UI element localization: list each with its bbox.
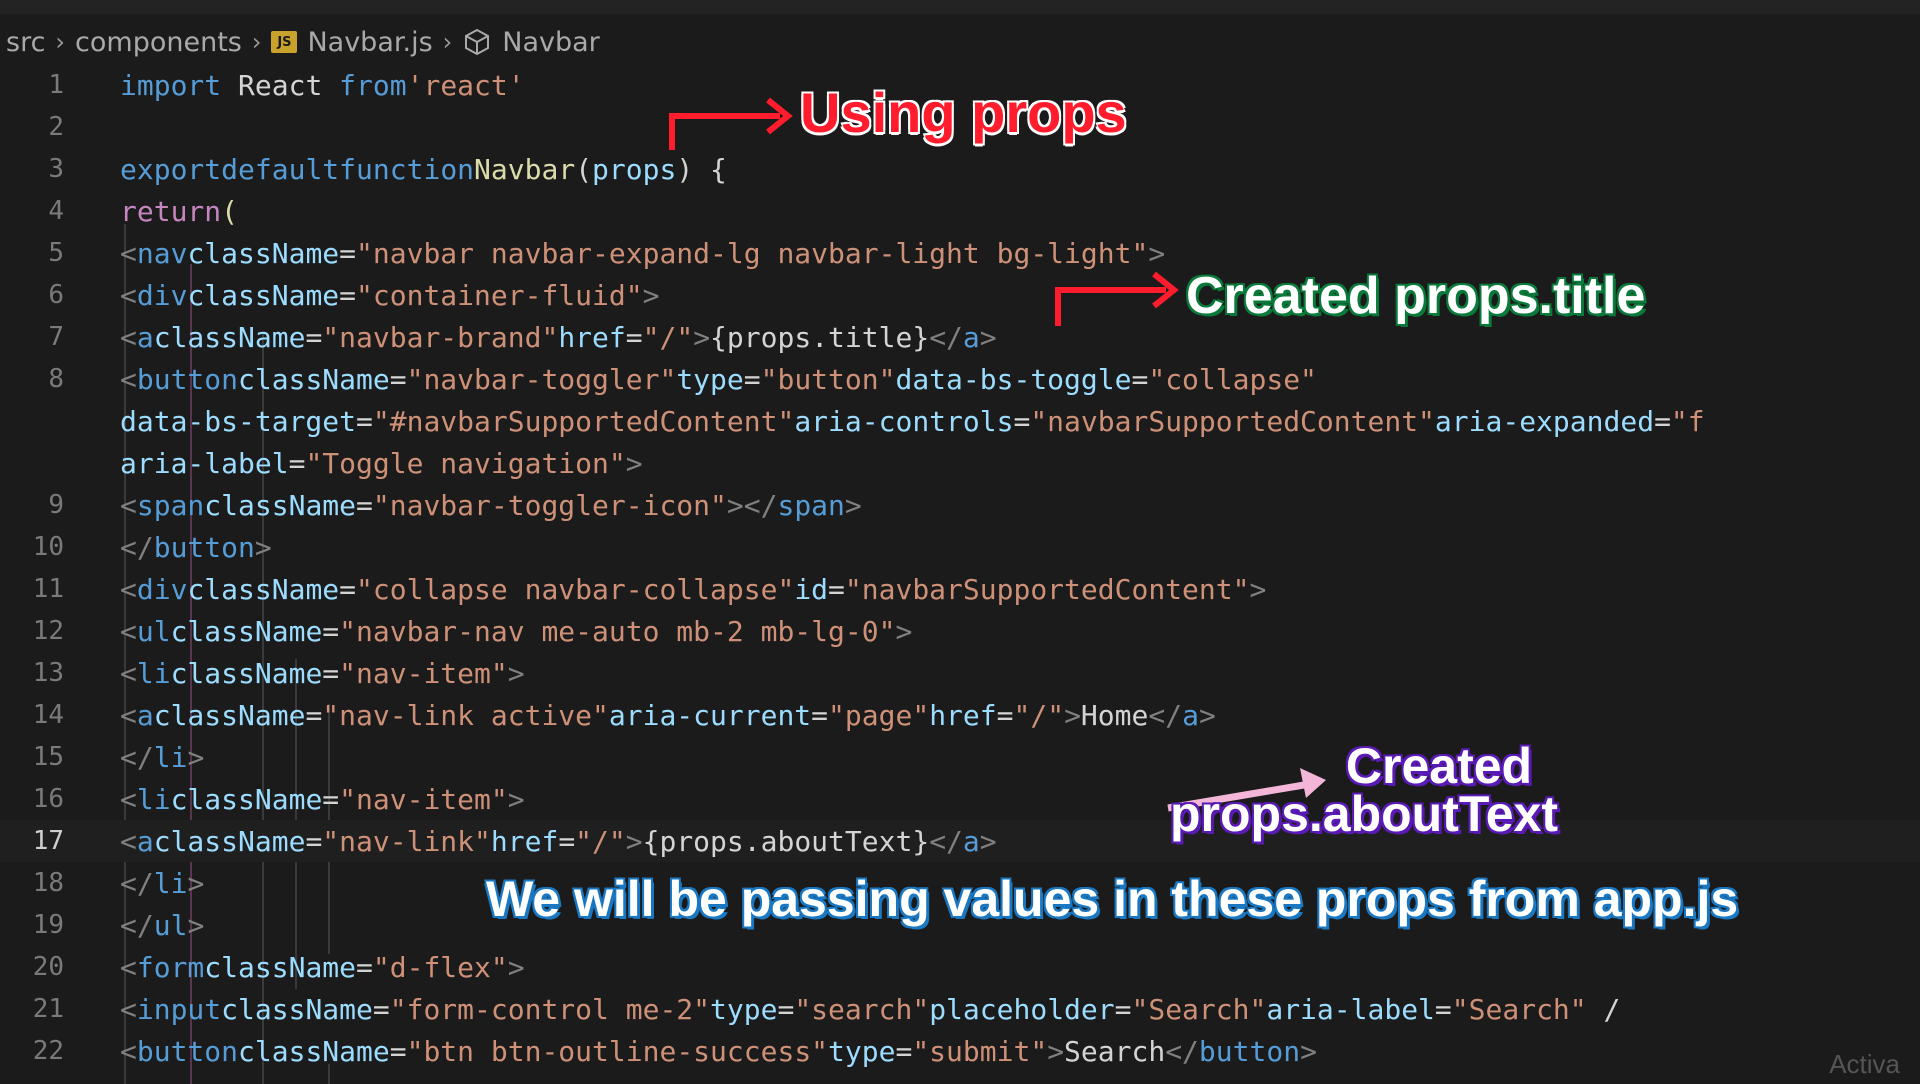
line-number: 21 — [32, 994, 64, 1024]
code-line: data-bs-target = "#navbarSupportedContent"… — [0, 400, 1920, 442]
line-number: 4 — [48, 196, 64, 226]
line-number: 14 — [32, 700, 64, 730]
line-number: 1 — [48, 70, 64, 100]
code-text: < li className = "nav-item" > — [120, 656, 525, 690]
code-text: import React from 'react' — [120, 68, 525, 102]
code-line: 8 < button className = "navbar-toggler" typ… — [0, 358, 1920, 400]
line-number: 6 — [48, 280, 64, 310]
line-number: 12 — [32, 616, 64, 646]
line-number: 15 — [32, 742, 64, 772]
code-text: < nav className = "navbar navbar-expand-lg … — [120, 236, 1166, 270]
line-number: 18 — [32, 868, 64, 898]
code-line: 3 export default function Navbar(props) … — [0, 148, 1920, 190]
chevron-right-icon: › — [442, 28, 453, 56]
line-number: 11 — [32, 574, 64, 604]
line-number: 5 — [48, 238, 64, 268]
code-text: < a className = "navbar-brand" href = "/" > {pr… — [120, 320, 997, 354]
breadcrumb-symbol[interactable]: Navbar — [502, 27, 600, 58]
breadcrumb-components[interactable]: components — [75, 27, 242, 58]
code-text: < button className = "navbar-toggler" type =… — [120, 362, 1317, 396]
code-line: 15 </li > — [0, 736, 1920, 778]
activation-watermark: Activa — [1829, 1049, 1900, 1079]
title-strip — [0, 0, 1920, 14]
code-text: aria-label = "Toggle navigation" > — [120, 446, 643, 480]
line-number: 10 — [32, 532, 64, 562]
annotation-created-about-line1: Created — [1345, 738, 1533, 794]
code-line: 20 < form className = "d-flex" > — [0, 946, 1920, 988]
breadcrumb-src[interactable]: src — [6, 27, 45, 58]
code-text: < button className = "btn btn-outline-succe… — [120, 1034, 1317, 1068]
code-line: aria-label = "Toggle navigation" > — [0, 442, 1920, 484]
code-text: < a className = "nav-link" href = "/" > {props.… — [120, 824, 997, 858]
line-number: 13 — [32, 658, 64, 688]
javascript-file-icon: JS — [271, 31, 298, 53]
annotation-created-about-line2: props.aboutText — [1170, 786, 1558, 842]
line-number: 22 — [32, 1036, 64, 1066]
code-line: 10 </button > — [0, 526, 1920, 568]
code-line: 4 return ( — [0, 190, 1920, 232]
line-number: 19 — [32, 910, 64, 940]
code-text: < input className = "form-control me-2" typ… — [120, 992, 1621, 1026]
code-line: 16 < li className = "nav-item" > — [0, 778, 1920, 820]
code-line-current: 17 < a className = "nav-link" href = "/" > {pro… — [0, 820, 1920, 862]
code-text: data-bs-target = "#navbarSupportedContent"… — [120, 404, 1705, 438]
breadcrumb-file[interactable]: Navbar.js — [307, 27, 432, 58]
line-number: 3 — [48, 154, 64, 184]
code-text: </ul > — [120, 908, 205, 942]
code-line: 22 < button className = "btn btn-outline-su… — [0, 1030, 1920, 1072]
code-text: </button > — [120, 530, 272, 564]
code-text: < div className = "collapse navbar-collapse… — [120, 572, 1267, 606]
chevron-right-icon: › — [251, 28, 262, 56]
code-text: export default function Navbar(props) { — [120, 152, 727, 186]
symbol-cube-icon — [462, 27, 492, 57]
code-text: return ( — [120, 194, 239, 228]
code-text: < span className = "navbar-toggler-icon" ></… — [120, 488, 862, 522]
annotation-created-about: Created props.aboutText — [1170, 738, 1558, 839]
breadcrumb: src › components › JS Navbar.js › Navbar — [0, 20, 1920, 64]
code-text: < ul className = "navbar-nav me-auto mb-2 m… — [120, 614, 913, 648]
annotation-caption: We will be passing values in these props… — [486, 871, 1739, 927]
code-text: </li > — [120, 740, 205, 774]
line-number: 17 — [32, 826, 64, 856]
annotation-using-props: Using props — [800, 81, 1127, 144]
line-number: 2 — [48, 112, 64, 142]
chevron-right-icon: › — [55, 28, 66, 56]
code-text: </li > — [120, 866, 205, 900]
annotation-created-title: Created props.title — [1186, 267, 1646, 325]
code-line: 21 < input className = "form-control me-2" … — [0, 988, 1920, 1030]
code-line: 11 < div className = "collapse navbar-colla… — [0, 568, 1920, 610]
code-text: < li className = "nav-item" > — [120, 782, 525, 816]
line-number: 20 — [32, 952, 64, 982]
line-number: 16 — [32, 784, 64, 814]
line-number: 7 — [48, 322, 64, 352]
code-text: < form className = "d-flex" > — [120, 950, 525, 984]
code-line: 12 < ul className = "navbar-nav me-auto mb-… — [0, 610, 1920, 652]
line-number: 8 — [48, 364, 64, 394]
code-line: 13 < li className = "nav-item" > — [0, 652, 1920, 694]
code-line: 9 < span className = "navbar-toggler-icon" >… — [0, 484, 1920, 526]
code-line: 14 < a className = "nav-link active" aria-c… — [0, 694, 1920, 736]
line-number: 9 — [48, 490, 64, 520]
code-text: < a className = "nav-link active" aria-curr… — [120, 698, 1216, 732]
code-text: < div className = "container-fluid" > — [120, 278, 660, 312]
